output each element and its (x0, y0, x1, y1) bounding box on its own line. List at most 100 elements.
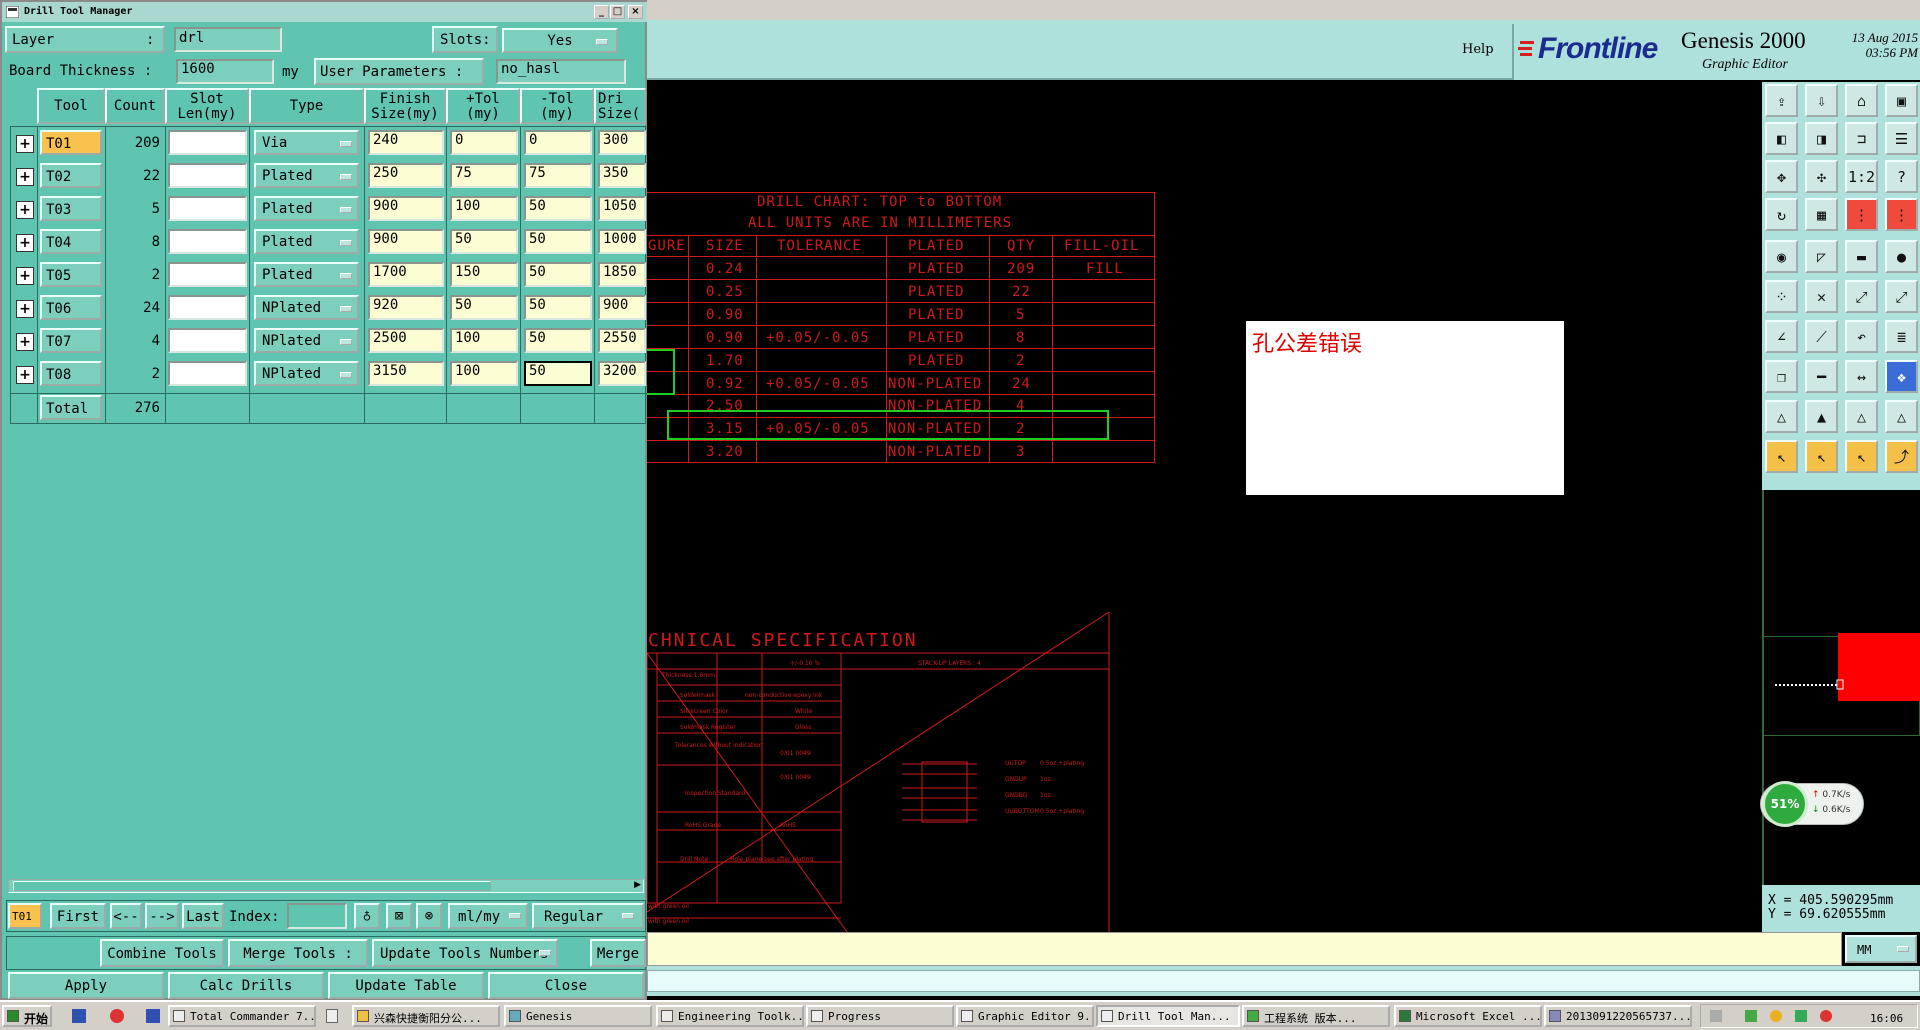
drill-size-field[interactable]: 900 (598, 295, 646, 320)
command-line[interactable] (647, 970, 1920, 992)
line-tool-icon[interactable]: ◸ (1805, 240, 1838, 273)
pan-icon[interactable]: ✣ (1805, 160, 1838, 193)
last-button[interactable]: Last (182, 903, 224, 929)
taskbar-item[interactable]: Engineering Toolk... (656, 1005, 804, 1027)
help-menu[interactable]: Help (1462, 42, 1494, 57)
tray-icon[interactable] (1770, 1010, 1782, 1022)
quicklaunch-icon[interactable] (110, 1009, 124, 1023)
minus-tol-field[interactable]: 50 (524, 328, 592, 353)
minus-icon[interactable]: ━ (1805, 360, 1838, 393)
tray-icon[interactable] (1710, 1010, 1722, 1022)
minus-tol-field[interactable]: 50 (524, 295, 592, 320)
close-icon[interactable]: × (628, 5, 643, 19)
triangle-icon[interactable]: △ (1765, 400, 1798, 433)
arc-icon[interactable]: ↶ (1845, 320, 1878, 353)
cross-icon[interactable]: ✕ (1805, 280, 1838, 313)
load-icon[interactable]: ⇪ (1765, 84, 1798, 117)
minus-tol-field[interactable]: 50 (524, 229, 592, 254)
connect-icon[interactable]: ⁘ (1765, 280, 1798, 313)
drill-size-field[interactable]: 300 (598, 130, 646, 155)
finish-size-field[interactable]: 920 (368, 295, 444, 320)
taskbar-item[interactable]: 2013091220565737... (1544, 1005, 1692, 1027)
pointer-icon[interactable]: ↖ (1765, 440, 1798, 473)
slot-len-field[interactable] (168, 361, 247, 386)
expand-icon[interactable]: + (16, 366, 34, 384)
minimize-icon[interactable]: _ (594, 5, 609, 19)
net2-icon[interactable]: ⋮ (1885, 198, 1918, 231)
layer-field[interactable]: drl (174, 27, 282, 52)
window-icon[interactable]: ▣ (1885, 84, 1918, 117)
expand-icon[interactable]: + (16, 135, 34, 153)
bulb-icon[interactable]: ♁ (354, 903, 380, 929)
minus-tol-field[interactable]: 50 (524, 361, 592, 386)
calc-drills-button[interactable]: Calc Drills (168, 972, 324, 999)
delete-icon[interactable]: ⊗ (416, 903, 442, 929)
tool-name[interactable]: T03 (40, 196, 102, 221)
tray-icon[interactable] (1820, 1010, 1832, 1022)
pad-icon[interactable]: ◉ (1765, 240, 1798, 273)
finish-size-field[interactable]: 900 (368, 229, 444, 254)
plus-tol-field[interactable]: 75 (450, 163, 518, 188)
slot-len-field[interactable] (168, 295, 247, 320)
home-icon[interactable]: ⌂ (1845, 84, 1878, 117)
minus-tol-field[interactable]: 50 (524, 262, 592, 287)
taskbar-item[interactable]: Genesis (504, 1005, 652, 1027)
route-icon[interactable]: ⤴ (1885, 440, 1918, 473)
drill-size-field[interactable]: 1850 (598, 262, 646, 287)
unit-select[interactable]: MM (1845, 935, 1917, 963)
plus-tol-field[interactable]: 150 (450, 262, 518, 287)
grid-icon[interactable]: ▦ (1805, 198, 1838, 231)
maximize-icon[interactable]: □ (610, 5, 625, 19)
apply-button[interactable]: Apply (8, 972, 164, 999)
tool-name[interactable]: T08 (40, 361, 102, 386)
slot-len-field[interactable] (168, 229, 247, 254)
help-icon[interactable]: ? (1885, 160, 1918, 193)
start-button[interactable]: 开始 (2, 1005, 52, 1027)
slot-len-field[interactable] (168, 196, 247, 221)
first-button[interactable]: First (50, 903, 106, 929)
save-icon[interactable]: ⇩ (1805, 84, 1838, 117)
slot-len-field[interactable] (168, 163, 247, 188)
drill-size-field[interactable]: 350 (598, 163, 646, 188)
taskbar-item-active[interactable]: Drill Tool Man... (1096, 1005, 1240, 1027)
index-field[interactable] (287, 903, 347, 929)
finish-size-field[interactable]: 2500 (368, 328, 444, 353)
filter-icon[interactable]: ⊠ (386, 903, 412, 929)
step-icon[interactable]: ⊐ (1845, 122, 1878, 155)
minus-tol-field[interactable]: 50 (524, 196, 592, 221)
circle-icon[interactable]: ● (1885, 240, 1918, 273)
tray-icon[interactable] (1795, 1010, 1807, 1022)
link2-icon[interactable]: ⤢ (1885, 280, 1918, 313)
drill-size-field[interactable]: 2550 (598, 328, 646, 353)
plus-tol-field[interactable]: 0 (450, 130, 518, 155)
measure-icon[interactable]: ↻ (1765, 198, 1798, 231)
plus-tol-field[interactable]: 50 (450, 295, 518, 320)
copy-icon[interactable]: ❐ (1765, 360, 1798, 393)
quicklaunch-icon[interactable] (72, 1009, 86, 1023)
merge-button[interactable]: Merge (590, 939, 646, 967)
tool-name[interactable]: T07 (40, 328, 102, 353)
tray-icon[interactable] (1745, 1010, 1757, 1022)
tool-name[interactable]: T04 (40, 229, 102, 254)
tool-name[interactable]: T06 (40, 295, 102, 320)
taskbar-item[interactable]: 兴森快捷衡阳分公... (352, 1005, 500, 1027)
update-table-button[interactable]: Update Table (328, 972, 484, 999)
finish-size-field[interactable]: 1700 (368, 262, 444, 287)
prev-button[interactable]: <-- (110, 903, 142, 929)
finish-size-field[interactable]: 3150 (368, 361, 444, 386)
expand-icon[interactable]: + (16, 168, 34, 186)
slash-icon[interactable]: ⟋ (1805, 320, 1838, 353)
drill-size-field[interactable]: 1000 (598, 229, 646, 254)
taskbar-item[interactable]: Microsoft Excel ... (1394, 1005, 1542, 1027)
slot-len-field[interactable] (168, 328, 247, 353)
taskbar-item[interactable]: 工程系统 版本... (1242, 1005, 1390, 1027)
slot-len-field[interactable] (168, 130, 247, 155)
scroll-thumb[interactable] (13, 881, 491, 891)
angle-icon[interactable]: ∠ (1765, 320, 1798, 353)
board-thickness-field[interactable]: 1600 (176, 59, 274, 84)
net-icon[interactable]: ⋮ (1845, 198, 1878, 231)
close-button[interactable]: Close (488, 972, 644, 999)
pointer2-icon[interactable]: ↖ (1805, 440, 1838, 473)
update-tools-numbers-select[interactable]: Update Tools Numbers (372, 939, 558, 967)
zoom-left-icon[interactable]: ◧ (1765, 122, 1798, 155)
